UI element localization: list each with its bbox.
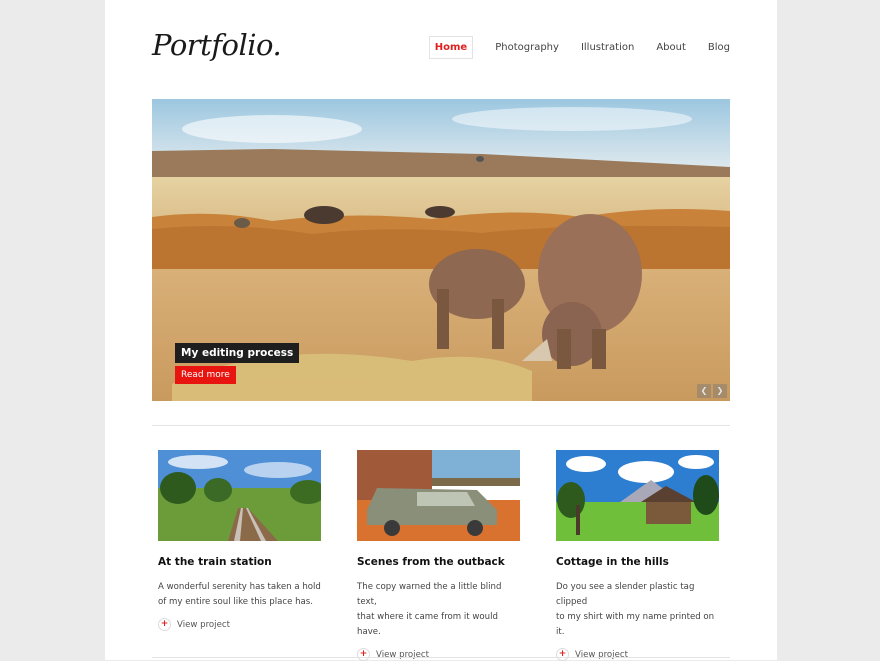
project-description: The copy warned the a little blind text,… <box>357 582 502 637</box>
project-title[interactable]: Cottage in the hills <box>556 556 719 568</box>
chevron-left-icon[interactable]: ❮ <box>697 384 711 398</box>
project-title[interactable]: At the train station <box>158 556 321 568</box>
project-description: A wonderful serenity has taken a hold of… <box>158 582 321 607</box>
slider-arrows: ❮ ❯ <box>695 384 727 398</box>
nav-blog[interactable]: Blog <box>708 37 730 58</box>
divider-bottom <box>152 657 730 658</box>
chevron-right-icon[interactable]: ❯ <box>713 384 727 398</box>
project-card: Cottage in the hills Do you see a slende… <box>556 450 719 661</box>
page: Portfolio. Home Photography Illustration… <box>105 0 777 661</box>
view-project-link[interactable]: + View project <box>357 648 520 661</box>
project-thumbnail[interactable] <box>357 450 520 541</box>
hero-slider: My editing process Read more ❮ ❯ <box>152 99 730 401</box>
divider-top <box>152 425 730 426</box>
plus-icon: + <box>158 618 171 631</box>
project-card: Scenes from the outback The copy warned … <box>357 450 520 661</box>
project-title[interactable]: Scenes from the outback <box>357 556 520 568</box>
project-thumbnail[interactable] <box>158 450 321 541</box>
nav-photography[interactable]: Photography <box>495 37 559 58</box>
site-logo[interactable]: Portfolio. <box>152 28 282 62</box>
project-thumbnail[interactable] <box>556 450 719 541</box>
view-project-link[interactable]: + View project <box>556 648 719 661</box>
read-more-button[interactable]: Read more <box>175 366 236 384</box>
nav-about[interactable]: About <box>656 37 686 58</box>
view-project-link[interactable]: + View project <box>158 618 321 631</box>
main-nav: Home Photography Illustration About Blog <box>428 36 730 59</box>
hero-caption-title: My editing process <box>175 343 300 363</box>
nav-home[interactable]: Home <box>428 36 474 59</box>
plus-icon: + <box>357 648 370 661</box>
plus-icon: + <box>556 648 569 661</box>
nav-illustration[interactable]: Illustration <box>581 37 634 58</box>
project-card: At the train station A wonderful serenit… <box>158 450 321 631</box>
project-description: Do you see a slender plastic tag clipped… <box>556 582 715 637</box>
